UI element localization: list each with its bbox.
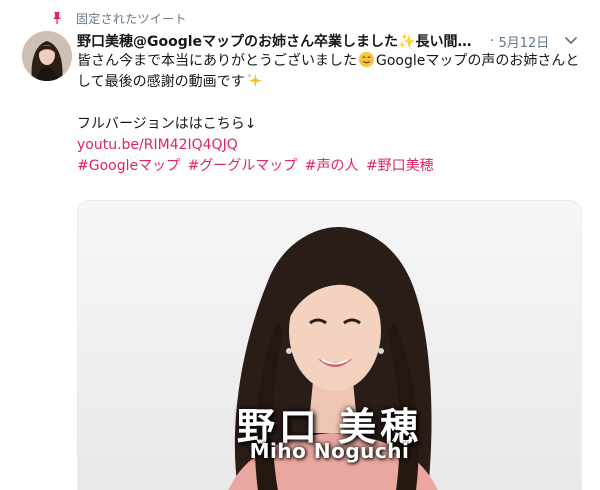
- pinned-indicator: 固定されたツイート: [50, 9, 187, 27]
- video-caption-name-en: Miho Noguchi: [249, 439, 410, 463]
- separator-dot: ·: [490, 33, 495, 49]
- tweet-text-segment: 皆さん今まで本当にありがとうございました: [77, 53, 357, 69]
- tweet-text-segment: Googleマップの声のお姉さんと: [376, 53, 580, 69]
- tweet-text: 皆さん今まで本当にありがとうございました Googleマップの声のお姉さんと し…: [77, 51, 582, 177]
- video-player[interactable]: 野口 美穂 Miho Noguchi: [77, 200, 582, 490]
- pinned-label: 固定されたツイート: [76, 11, 187, 26]
- hashtag-list: #Googleマップ #グーグルマップ #声の人 #野口美穂: [77, 156, 582, 177]
- tweet-card[interactable]: 固定されたツイート 野口美穂@Googleマップのお姉さん卒業しました✨長い間あ…: [0, 0, 600, 490]
- hashtag[interactable]: #グーグルマップ: [188, 158, 298, 174]
- smiling-face-emoji: [358, 51, 375, 68]
- avatar[interactable]: [22, 31, 72, 81]
- hashtag[interactable]: #Googleマップ: [77, 158, 180, 174]
- pin-icon: [53, 12, 61, 24]
- tweet-text-segment: して最後の感謝の動画です: [77, 74, 245, 90]
- tweet-link[interactable]: youtu.be/RIM42IQ4QJQ: [77, 137, 238, 153]
- chevron-down-icon[interactable]: [564, 35, 578, 47]
- tweet-header: 野口美穂@Googleマップのお姉さん卒業しました✨長い間あ… · 5月12日: [77, 31, 582, 51]
- sparkles-emoji: [246, 72, 262, 88]
- tweet-line-2: して最後の感謝の動画です: [77, 72, 582, 93]
- tweet-line-1: 皆さん今まで本当にありがとうございました Googleマップの声のお姉さんと: [77, 51, 582, 72]
- hashtag[interactable]: #声の人: [305, 158, 359, 174]
- timestamp[interactable]: 5月12日: [498, 32, 549, 51]
- hashtag[interactable]: #野口美穂: [366, 158, 434, 174]
- display-name[interactable]: 野口美穂@Googleマップのお姉さん卒業しました✨長い間あ…: [77, 31, 482, 51]
- tweet-line-3: フルバージョンははこちら↓: [77, 116, 257, 132]
